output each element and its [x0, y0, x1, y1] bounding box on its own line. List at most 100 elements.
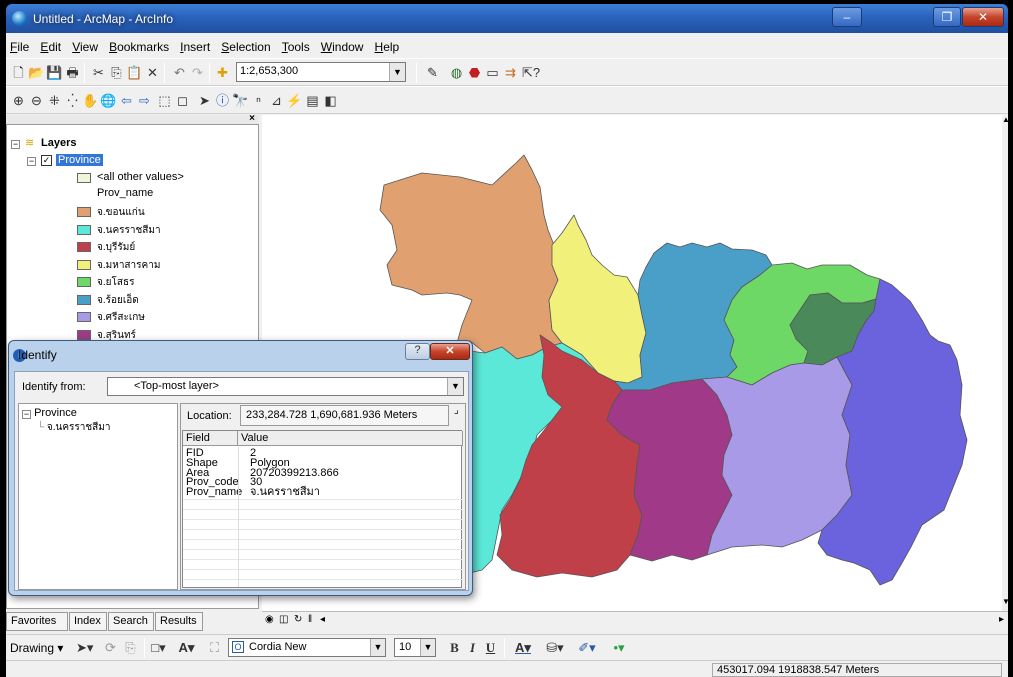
rectangle-icon[interactable]: □▾ — [150, 639, 167, 656]
edit-vertices-icon[interactable]: ⛶ — [206, 639, 223, 656]
collapse-icon[interactable]: − — [27, 157, 36, 166]
scroll-left-icon[interactable]: ◂ — [320, 614, 325, 625]
chevron-down-icon[interactable]: ▼ — [420, 639, 435, 656]
collapse-icon[interactable]: − — [11, 140, 20, 149]
collapse-icon[interactable]: − — [22, 410, 31, 419]
toc-layers-root[interactable]: − ≋ Layers — [11, 136, 251, 153]
underline-button[interactable]: U — [482, 639, 499, 656]
hyperlink-icon[interactable]: ⚡ — [286, 92, 303, 109]
undo-icon[interactable]: ↶ — [171, 64, 188, 81]
select-elements-icon[interactable]: ➤ — [196, 92, 213, 109]
scroll-down-icon[interactable]: ▼ — [1002, 597, 1010, 611]
find-icon[interactable]: 🔭 — [232, 92, 249, 109]
legend-item[interactable]: จ.ร้อยเอ็ด — [77, 292, 257, 309]
paste-icon[interactable]: 📋 — [126, 64, 143, 81]
font-color-button[interactable]: A▾ — [510, 639, 536, 656]
new-document-icon[interactable]: 🗋 — [10, 64, 27, 81]
help-button[interactable]: ? — [405, 343, 430, 360]
go-to-xy-icon[interactable]: ⁿ — [250, 92, 267, 109]
cut-icon[interactable]: ✂ — [90, 64, 107, 81]
toc-window-icon[interactable]: ◍ — [448, 64, 465, 81]
column-header-value[interactable]: Value — [238, 431, 463, 446]
identify-from-select[interactable]: <Top-most layer> ▼ — [107, 377, 464, 396]
menu-selection[interactable]: Selection — [217, 36, 274, 54]
font-size-combobox[interactable]: 10 ▼ — [394, 638, 436, 657]
toc-layer-province[interactable]: − ✓ Province — [27, 153, 247, 170]
menu-file[interactable]: File — [6, 36, 33, 54]
new-text-icon[interactable]: A▾ — [178, 639, 195, 656]
font-name-combobox[interactable]: O Cordia New ▼ — [228, 638, 386, 657]
drawing-menu[interactable]: Drawing ▾ — [10, 641, 63, 655]
select-features-icon[interactable]: ⬚ — [156, 92, 173, 109]
tab-index[interactable]: Index — [69, 612, 107, 631]
layer-visibility-checkbox[interactable]: ✓ — [41, 155, 52, 166]
tree-feature-node[interactable]: └ จ.นครราชสีมา — [37, 420, 111, 435]
bold-button[interactable]: B — [446, 639, 463, 656]
close-icon[interactable]: × — [249, 113, 255, 124]
open-folder-icon[interactable]: 📂 — [28, 64, 45, 81]
redo-icon[interactable]: ↷ — [189, 64, 206, 81]
legend-item[interactable]: จ.บุรีรัมย์ — [77, 239, 257, 256]
command-line-icon[interactable]: ▭ — [484, 64, 501, 81]
full-extent-icon[interactable]: 🌐 — [100, 92, 117, 109]
menu-view[interactable]: View — [68, 36, 102, 54]
add-data-icon[interactable]: ✚ — [214, 64, 231, 81]
toc-other-values[interactable]: <all other values> — [77, 170, 257, 187]
identify-icon[interactable]: ⓘ — [214, 92, 231, 109]
marker-color-icon[interactable]: •▾ — [606, 639, 632, 656]
legend-item[interactable]: จ.มหาสารคาม — [77, 257, 257, 274]
back-extent-icon[interactable]: ⇦ — [118, 92, 135, 109]
minimize-button[interactable]: – — [832, 7, 862, 27]
zoom-out-icon[interactable]: ⊖ — [28, 92, 45, 109]
measure-icon[interactable]: ⊿ — [268, 92, 285, 109]
map-vertical-scrollbar[interactable]: ▲ ▼ — [1002, 115, 1010, 611]
scroll-up-icon[interactable]: ▲ — [1002, 115, 1010, 129]
modelbuilder-icon[interactable]: ⇉ — [502, 64, 519, 81]
editor-toolbar-icon[interactable]: ✎ — [424, 64, 441, 81]
legend-item[interactable]: จ.นครราชสีมา — [77, 222, 257, 239]
pan-icon[interactable]: ✋ — [82, 92, 99, 109]
scroll-right-icon[interactable]: ▸ — [999, 614, 1004, 625]
tab-results[interactable]: Results — [155, 612, 203, 631]
close-button[interactable]: ✕ — [962, 7, 1004, 27]
menu-tools[interactable]: Tools — [278, 36, 314, 54]
line-color-icon[interactable]: ✐▾ — [574, 639, 600, 656]
column-header-field[interactable]: Field — [183, 431, 238, 446]
fixed-zoom-out-icon[interactable]: ⁛ — [64, 92, 81, 109]
save-icon[interactable]: 💾 — [46, 64, 63, 81]
zoom-in-icon[interactable]: ⊕ — [10, 92, 27, 109]
clear-selection-icon[interactable]: ◻ — [174, 92, 191, 109]
menu-edit[interactable]: Edit — [36, 36, 65, 54]
refresh-icon[interactable]: ↻ — [294, 614, 302, 625]
html-popup-icon[interactable]: ▤ — [304, 92, 321, 109]
time-slider-icon[interactable]: ◧ — [322, 92, 339, 109]
menu-bookmarks[interactable]: Bookmarks — [105, 36, 173, 54]
menu-window[interactable]: Window — [317, 36, 368, 54]
delete-icon[interactable]: ✕ — [144, 64, 161, 81]
chevron-down-icon[interactable]: ▼ — [447, 378, 463, 395]
identify-close-button[interactable]: ✕ — [430, 343, 470, 360]
tab-search[interactable]: Search — [108, 612, 154, 631]
menu-help[interactable]: Help — [371, 36, 404, 54]
legend-item[interactable]: จ.ขอนแก่น — [77, 204, 257, 221]
chevron-down-icon[interactable]: ▼ — [389, 63, 405, 81]
data-view-icon[interactable]: ◉ — [265, 614, 274, 625]
map-scale-combobox[interactable]: 1:2,653,300 ▼ — [236, 62, 406, 82]
map-horizontal-scrollbar[interactable]: ◉ ◫ ↻ ‖ ◂ ▸ — [262, 611, 1008, 630]
title-bar[interactable]: Untitled - ArcMap - ArcInfo – ❐ ✕ — [6, 4, 1008, 33]
italic-button[interactable]: I — [464, 639, 481, 656]
layout-view-icon[interactable]: ◫ — [279, 614, 288, 625]
maximize-button[interactable]: ❐ — [933, 7, 961, 27]
legend-item[interactable]: จ.ยโสธร — [77, 274, 257, 291]
menu-insert[interactable]: Insert — [176, 36, 214, 54]
chevron-down-icon[interactable]: ▼ — [370, 639, 385, 656]
fill-color-icon[interactable]: ⛁▾ — [542, 639, 568, 656]
tree-layer-node[interactable]: − Province — [22, 407, 77, 419]
zoom-whole-page-icon[interactable]: ⎘ — [122, 639, 139, 656]
pause-drawing-icon[interactable]: ‖ — [308, 614, 312, 625]
legend-item[interactable]: จ.ศรีสะเกษ — [77, 309, 257, 326]
select-elements-icon[interactable]: ➤▾ — [76, 639, 93, 656]
rotate-icon[interactable]: ⟳ — [102, 639, 119, 656]
forward-extent-icon[interactable]: ⇨ — [136, 92, 153, 109]
whats-this-icon[interactable]: ⇱? — [522, 64, 540, 81]
